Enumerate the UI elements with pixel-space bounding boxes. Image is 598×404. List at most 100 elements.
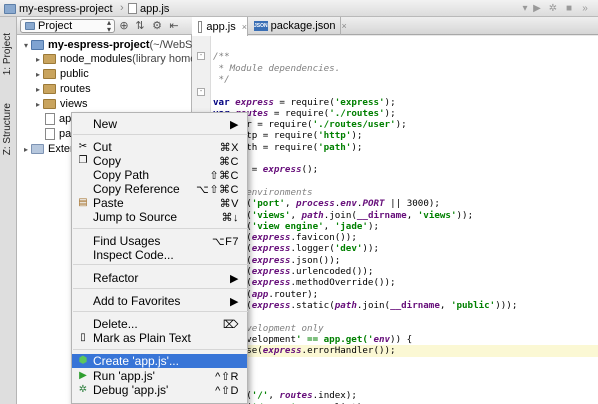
close-icon[interactable]: × xyxy=(242,22,247,32)
breadcrumb-separator-icon: › xyxy=(163,2,167,14)
folder-icon xyxy=(4,3,16,14)
code-line[interactable]: t('views', path.join(__dirname, 'views')… xyxy=(213,210,473,222)
json-file-icon: JSON xyxy=(254,21,268,31)
menu-separator xyxy=(73,311,248,312)
debug-icon[interactable]: ✲ xyxy=(546,2,560,15)
expand-icon[interactable]: ▸ xyxy=(21,145,31,154)
code-line[interactable]: /** xyxy=(213,51,230,63)
tool-tab-structure[interactable]: Z: Structure xyxy=(2,103,13,155)
sync-icon[interactable]: ⊕ xyxy=(117,19,131,33)
gear-icon[interactable]: ⚙ xyxy=(150,19,164,33)
tree-item-label: my-espress-project xyxy=(48,39,150,51)
menu-item-label: Create 'app.js'... xyxy=(93,354,179,368)
expand-icon[interactable]: ▸ xyxy=(33,100,43,109)
menu-item-label: New xyxy=(93,117,118,131)
submenu-arrow-icon: ▶ xyxy=(230,118,239,131)
project-view-select[interactable]: Project ▴ ▾ xyxy=(20,19,115,34)
tab-app-js[interactable]: app.js × xyxy=(192,17,248,36)
tree-item-views[interactable]: ▸ views xyxy=(33,97,88,111)
library-icon xyxy=(31,144,44,154)
overflow-icon[interactable]: » xyxy=(578,2,592,15)
expand-icon[interactable]: ▸ xyxy=(33,70,43,79)
code-line[interactable]: e(express.static(path.join(__dirname, 'p… xyxy=(213,300,518,312)
code-line[interactable]: var express = require('express'); xyxy=(213,97,396,109)
expand-icon[interactable]: ▾ xyxy=(21,41,31,50)
fold-icon[interactable]: - xyxy=(197,88,205,96)
tree-item-project-root[interactable]: ▾ my-espress-project (~/WebStor xyxy=(21,38,205,52)
tree-item-node-modules[interactable]: ▸ node_modules (library home) xyxy=(33,52,200,66)
folder-icon xyxy=(43,99,56,109)
menu-item-jump-to-source[interactable]: Jump to Source ⌘↓ xyxy=(72,210,247,224)
breadcrumb-project-label: my-espress-project xyxy=(19,2,113,15)
menu-item-cut[interactable]: ✂ Cut ⌘X xyxy=(72,140,247,154)
menu-item-copy-path[interactable]: Copy Path ⇧⌘C xyxy=(72,168,247,182)
menu-item-label: Cut xyxy=(93,140,112,154)
menu-item-label: Copy Reference xyxy=(93,182,180,196)
menu-item-label: Refactor xyxy=(93,271,139,285)
folder-icon xyxy=(43,54,56,64)
paste-icon: ▤ xyxy=(78,197,88,208)
expand-icon[interactable]: ▸ xyxy=(33,85,43,94)
menu-item-delete[interactable]: Delete... ⌦ xyxy=(72,317,247,331)
menu-item-debug[interactable]: ✲ Debug 'app.js' ^⇧D xyxy=(72,383,247,397)
code-line[interactable]: */ xyxy=(213,74,230,86)
code-line[interactable]: * Module dependencies. xyxy=(213,63,341,75)
tree-item-label: pa xyxy=(59,128,72,140)
editor-tab-bar: app.js × JSON package.json × xyxy=(192,17,598,36)
tab-package-json[interactable]: JSON package.json × xyxy=(248,17,347,35)
menu-item-shortcut: ^⇧D xyxy=(215,384,239,397)
folder-icon xyxy=(43,84,56,94)
tree-item-public[interactable]: ▸ public xyxy=(33,67,89,81)
menu-item-create-run-config[interactable]: ⬢ Create 'app.js'... xyxy=(72,354,247,368)
menu-item-inspect-code[interactable]: Inspect Code... xyxy=(72,248,247,262)
folder-icon xyxy=(25,22,35,30)
menu-item-shortcut: ⌦ xyxy=(222,318,239,331)
menu-item-copy-reference[interactable]: Copy Reference ⌥⇧⌘C xyxy=(72,182,247,196)
folder-icon xyxy=(31,40,44,50)
menu-item-new[interactable]: New ▶ xyxy=(72,117,247,131)
tree-item-package-json[interactable]: pa xyxy=(43,127,71,141)
expand-icon[interactable]: ▸ xyxy=(33,55,43,64)
menu-item-label: Copy Path xyxy=(93,168,150,182)
menu-item-label: Add to Favorites xyxy=(93,294,181,308)
breadcrumb-separator-icon: › xyxy=(120,2,124,14)
project-panel-header: Project ▴ ▾ ⊕ ⇅ ⚙ ⇤ xyxy=(17,17,192,35)
js-file-icon xyxy=(45,113,55,125)
menu-item-refactor[interactable]: Refactor ▶ xyxy=(72,271,247,285)
menu-item-shortcut: ⌘X xyxy=(219,141,239,154)
stop-icon[interactable]: ■ xyxy=(562,2,576,15)
copy-icon: ❐ xyxy=(78,155,88,166)
menu-item-shortcut: ⌘C xyxy=(219,155,239,168)
menu-separator xyxy=(73,134,248,135)
menu-item-label: Delete... xyxy=(93,317,138,331)
code-editor[interactable]: /** * Module dependencies. */ var express… xyxy=(211,36,598,404)
tree-item-routes[interactable]: ▸ routes xyxy=(33,82,91,96)
code-line[interactable]: use(express.errorHandler()); xyxy=(211,345,598,358)
menu-item-run[interactable]: ▶ Run 'app.js' ^⇧R xyxy=(72,369,247,383)
tool-tab-project[interactable]: 1: Project xyxy=(2,33,13,75)
debug-icon: ✲ xyxy=(78,384,88,395)
menu-item-find-usages[interactable]: Find Usages ⌥F7 xyxy=(72,234,247,248)
menu-item-label: Jump to Source xyxy=(93,210,178,224)
tool-window-strip: 1: Project Z: Structure xyxy=(0,17,17,404)
text-file-icon: ▯ xyxy=(80,332,86,343)
run-icon[interactable]: ▶ xyxy=(530,2,544,15)
menu-item-add-to-favorites[interactable]: Add to Favorites ▶ xyxy=(72,294,247,308)
json-file-icon xyxy=(45,128,55,140)
tree-item-path: (library home) xyxy=(132,53,201,65)
js-file-icon xyxy=(198,20,203,33)
navigation-bar: my-espress-project › app.js › ▾ ▶ ✲ ■ » xyxy=(0,0,598,17)
submenu-arrow-icon: ▶ xyxy=(230,295,239,308)
collapse-icon[interactable]: ⇅ xyxy=(133,19,147,33)
menu-item-paste[interactable]: ▤ Paste ⌘V xyxy=(72,196,247,210)
breadcrumb-project[interactable]: my-espress-project xyxy=(4,1,113,16)
menu-item-mark-as-plain-text[interactable]: ▯ Mark as Plain Text xyxy=(72,331,247,345)
menu-item-label: Copy xyxy=(93,154,122,168)
fold-icon[interactable]: - xyxy=(197,52,205,60)
menu-item-shortcut: ⌘V xyxy=(219,197,239,210)
hide-icon[interactable]: ⇤ xyxy=(167,19,181,33)
tree-item-label: views xyxy=(60,98,88,110)
menu-item-label: Mark as Plain Text xyxy=(93,331,191,345)
menu-item-copy[interactable]: ❐ Copy ⌘C xyxy=(72,154,247,168)
close-icon[interactable]: × xyxy=(341,21,346,31)
